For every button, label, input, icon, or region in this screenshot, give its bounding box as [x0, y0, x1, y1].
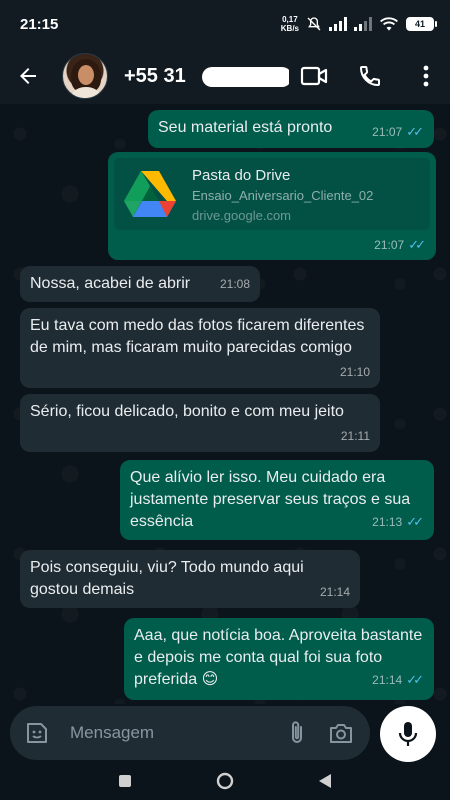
message-bubble-outgoing[interactable]: Seu material está pronto 21:07 ✓✓	[148, 110, 434, 148]
muted-icon	[306, 16, 322, 32]
status-bar: 21:15 0,17 KB/s 41	[0, 0, 450, 48]
paperclip-icon	[292, 721, 302, 743]
message-text: Seu material está pronto	[158, 119, 333, 136]
back-nav-button[interactable]	[318, 773, 332, 794]
message-text: Sério, ficou delicado, bonito e com meu …	[30, 403, 344, 420]
redacted-number	[202, 66, 289, 87]
message-text: Eu tava com medo das fotos ficarem difer…	[30, 317, 365, 356]
status-time: 21:15	[20, 15, 59, 33]
more-vert-icon	[423, 65, 429, 87]
more-options-button[interactable]	[410, 56, 442, 96]
message-bubble-outgoing[interactable]: Que alívio ler isso. Meu cuidado era jus…	[120, 460, 434, 540]
battery-icon: 41	[406, 17, 437, 31]
message-bubble-incoming[interactable]: Nossa, acabei de abrir 21:08	[20, 266, 260, 302]
message-text: Pois conseguiu, viu? Todo mundo aqui gos…	[30, 559, 304, 598]
message-composer: Mensagem	[10, 706, 370, 760]
message-input[interactable]: Mensagem	[70, 723, 268, 743]
read-receipt-icon: ✓✓	[406, 514, 424, 529]
video-call-icon	[300, 66, 328, 86]
phone-icon	[359, 66, 380, 87]
status-icons: 0,17 KB/s 41	[280, 15, 437, 33]
message-text: Nossa, acabei de abrir	[30, 275, 191, 292]
message-bubble-incoming[interactable]: Pois conseguiu, viu? Todo mundo aqui gos…	[20, 550, 360, 608]
link-url: drive.google.com	[192, 208, 291, 223]
contact-avatar[interactable]	[62, 53, 108, 99]
contact-name[interactable]: +55 31	[124, 65, 289, 88]
link-title: Pasta do Drive	[192, 167, 291, 184]
read-receipt-icon: ✓✓	[406, 672, 424, 687]
attach-button[interactable]	[282, 718, 312, 748]
system-navigation-bar	[0, 766, 450, 800]
back-button[interactable]	[4, 48, 52, 104]
video-call-button[interactable]	[298, 56, 330, 96]
home-button[interactable]	[216, 772, 234, 795]
link-preview[interactable]: Pasta do Drive Ensaio_Aniversario_Client…	[114, 158, 430, 230]
message-bubble-outgoing[interactable]: Aaa, que notícia boa. Aproveita bastante…	[124, 618, 434, 700]
circle-icon	[216, 772, 234, 789]
recents-button[interactable]	[118, 774, 132, 793]
read-receipt-icon: ✓✓	[408, 237, 426, 252]
wifi-icon	[379, 16, 399, 32]
drive-link-card[interactable]: Pasta do Drive Ensaio_Aniversario_Client…	[108, 152, 436, 260]
voice-message-button[interactable]	[380, 706, 436, 762]
google-drive-icon	[122, 166, 178, 222]
network-speed: 0,17 KB/s	[280, 15, 299, 33]
message-bubble-incoming[interactable]: Sério, ficou delicado, bonito e com meu …	[20, 394, 380, 452]
signal-icon	[329, 17, 347, 31]
message-bubble-incoming[interactable]: Eu tava com medo das fotos ficarem difer…	[20, 308, 380, 388]
message-time: 21:14	[372, 673, 403, 687]
message-time: 21:14	[319, 585, 350, 599]
message-text: Que alívio ler isso. Meu cuidado era jus…	[130, 469, 411, 530]
arrow-left-icon	[20, 68, 36, 84]
sticker-button[interactable]	[24, 720, 50, 746]
message-time: 21:08	[219, 277, 250, 291]
message-time: 21:07	[374, 238, 405, 252]
triangle-back-icon	[319, 773, 331, 788]
square-icon	[119, 774, 131, 787]
signal-icon-2	[354, 17, 372, 31]
camera-icon	[330, 724, 352, 743]
chat-area[interactable]: Seu material está pronto 21:07 ✓✓ Pasta d…	[0, 104, 450, 704]
voice-call-button[interactable]	[354, 56, 386, 96]
message-time: 21:10	[339, 365, 370, 379]
message-time: 21:07	[372, 125, 403, 139]
camera-button[interactable]	[326, 718, 356, 748]
link-subtitle: Ensaio_Aniversario_Cliente_02	[192, 188, 374, 203]
microphone-icon	[398, 722, 418, 746]
sticker-icon	[27, 723, 47, 743]
read-receipt-icon: ✓✓	[406, 124, 424, 139]
chat-header: +55 31	[0, 48, 450, 104]
message-time: 21:13	[372, 515, 403, 529]
message-time: 21:11	[340, 429, 370, 443]
